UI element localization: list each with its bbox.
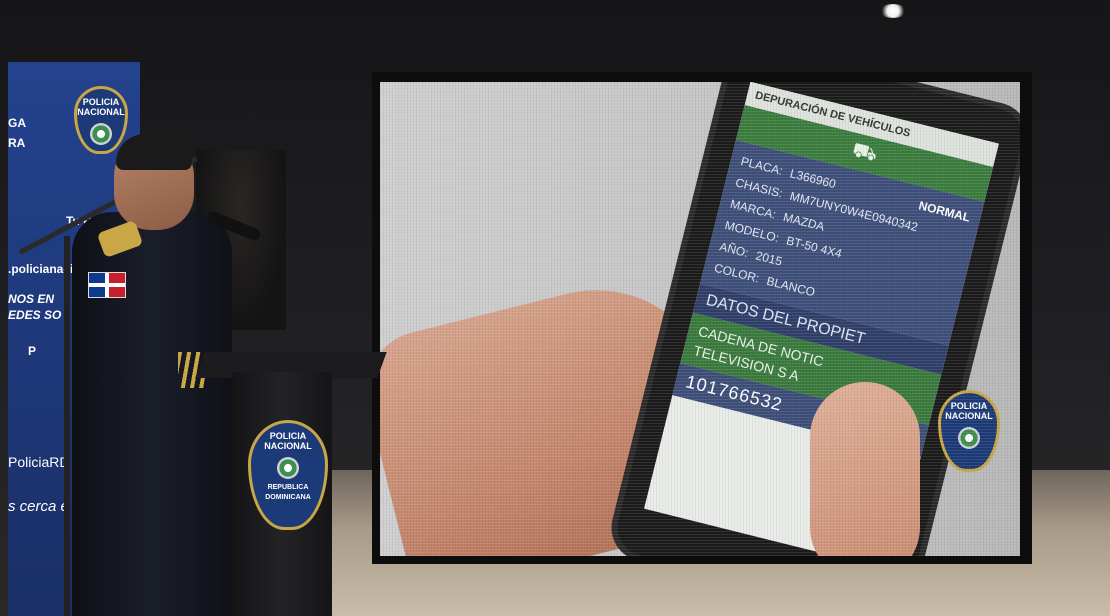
owner-id: 101766532 <box>672 363 929 458</box>
banner-text: GA <box>8 116 26 130</box>
field-value: BLANCO <box>765 273 817 300</box>
smartphone: DEPURACIÓN DE VEHÍCULOS ⛟ PLACA: L366960… <box>611 82 1020 556</box>
field-label: PLACA: <box>739 154 785 178</box>
seal-text: POLICIA NACIONAL <box>77 97 125 117</box>
car-check-icon: ⛟ <box>735 105 994 202</box>
banner-text: P <box>28 344 37 358</box>
owner-section-title: DATOS DEL PROPIET <box>692 283 949 375</box>
vehicle-field: AÑO: 2015 <box>717 236 951 314</box>
status-badge: NORMAL <box>917 198 972 225</box>
field-value: BT-50 4X4 <box>784 233 844 261</box>
officer-hair <box>116 134 192 170</box>
seal-text: POLICIA NACIONAL <box>945 401 993 421</box>
seal-emblem-icon <box>90 123 112 145</box>
seal-subtext: REPUBLICA DOMINICANA <box>265 484 311 501</box>
microphone-stand <box>64 236 70 616</box>
field-label: MARCA: <box>728 196 778 222</box>
ceiling-light <box>880 4 906 18</box>
led-video-screen: DEPURACIÓN DE VEHÍCULOS ⛟ PLACA: L366960… <box>380 82 1020 556</box>
police-seal-logo: POLICIA NACIONAL <box>74 86 128 154</box>
seal-text: POLICIA NACIONAL <box>264 431 312 451</box>
field-label: COLOR: <box>712 260 761 286</box>
field-label: MODELO: <box>723 218 781 246</box>
banner-text: PoliciaRD <box>8 454 70 470</box>
field-value: L366960 <box>788 166 838 192</box>
seal-emblem-icon <box>277 457 299 479</box>
vehicle-info-list: PLACA: L366960 NORMAL CHASIS: MM7UNY0W4E… <box>700 139 985 346</box>
banner-text: RA <box>8 136 26 150</box>
field-label: AÑO: <box>718 239 750 261</box>
thumb <box>810 382 920 556</box>
phone-app-screen: DEPURACIÓN DE VEHÍCULOS ⛟ PLACA: L366960… <box>644 82 999 556</box>
owner-name: CADENA DE NOTIC TELEVISION S A <box>680 312 942 426</box>
field-value: MAZDA <box>781 209 826 234</box>
field-label: CHASIS: <box>734 175 785 201</box>
owner-line: TELEVISION S A <box>691 342 801 384</box>
dominican-flag-patch-icon <box>88 272 126 298</box>
vehicle-field: COLOR: BLANCO <box>712 257 946 335</box>
banner-text: s cerca e <box>8 498 69 515</box>
vehicle-field: CHASIS: MM7UNY0W4E0940342 <box>733 171 967 249</box>
field-value: 2015 <box>754 248 784 269</box>
vehicle-field: PLACA: L366960 NORMAL <box>738 150 972 228</box>
police-seal-logo: POLICIA NACIONAL <box>938 390 1000 472</box>
banner-text: NOS EN <box>8 292 55 306</box>
field-value: MM7UNY0W4E0940342 <box>788 188 920 235</box>
vehicle-field: MODELO: BT-50 4X4 <box>722 214 956 292</box>
owner-line: CADENA DE NOTIC <box>696 322 826 370</box>
vehicle-field: MARCA: MAZDA <box>728 193 962 271</box>
hand-holding-phone <box>380 264 747 556</box>
seal-emblem-icon <box>958 427 980 449</box>
banner-text: EDES SO <box>8 308 62 322</box>
app-header: DEPURACIÓN DE VEHÍCULOS <box>744 82 999 167</box>
